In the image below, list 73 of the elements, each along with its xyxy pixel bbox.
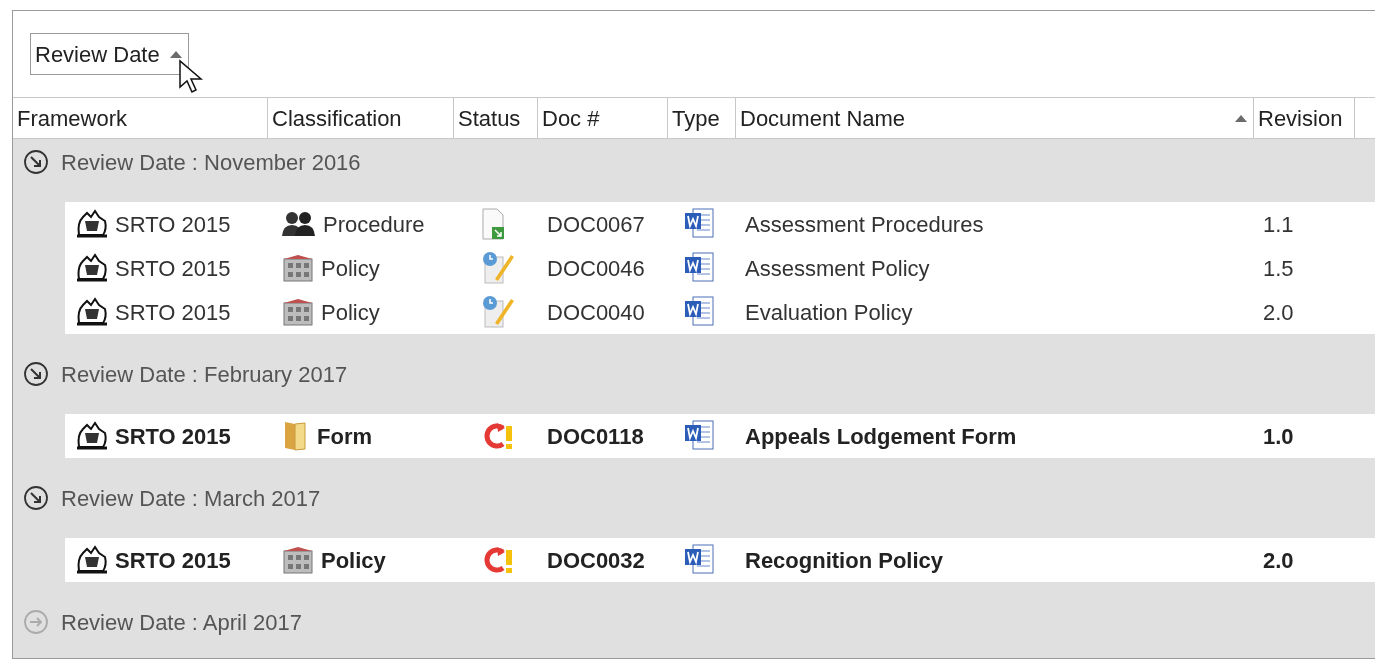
word-document-icon	[683, 207, 717, 241]
table-cell: 2.0	[1263, 299, 1294, 325]
table-row[interactable]: SRTO 2015 Policy DOC0046 Assessment Policy 1.5	[65, 246, 1375, 290]
table-cell-text: Form	[317, 422, 372, 451]
column-title: Doc #	[542, 104, 600, 133]
table-row[interactable]: SRTO 2015 Policy DOC0040 Evaluation Policy 2.0	[65, 290, 1375, 334]
crest-icon	[75, 209, 109, 239]
group-title: Review Date : March 2017	[61, 484, 321, 513]
column-title: Framework	[17, 104, 127, 133]
table-cell: Recognition Policy	[745, 547, 944, 573]
table-cell-text: SRTO 2015	[115, 210, 231, 239]
table-cell-text: SRTO 2015	[115, 254, 231, 283]
clock-pencil-icon	[481, 295, 515, 329]
word-document-icon	[683, 295, 717, 329]
table-cell-text: Policy	[321, 546, 386, 575]
collapse-icon[interactable]	[23, 485, 49, 511]
group-row[interactable]: Review Date : April 2017	[13, 599, 1375, 645]
table-cell: Assessment Procedures	[745, 211, 984, 237]
column-title: Status	[458, 104, 521, 133]
building-icon	[281, 545, 315, 575]
column-header[interactable]: Type	[668, 98, 736, 138]
table-cell-text: SRTO 2015	[115, 422, 231, 451]
table-cell: DOC0040	[547, 299, 645, 325]
table-row[interactable]: SRTO 2015 Policy DOC0032 Recognition Policy 2.0	[65, 538, 1375, 582]
table-cell: DOC0067	[547, 211, 645, 237]
table-cell-text: Policy	[321, 298, 380, 327]
table-cell: 1.1	[1263, 211, 1294, 237]
column-title: Document Name	[740, 104, 906, 133]
table-cell-text: SRTO 2015	[115, 546, 231, 575]
table-cell: DOC0118	[547, 423, 644, 449]
clock-pencil-icon	[481, 251, 515, 285]
column-title: Revision	[1258, 104, 1343, 133]
table-cell: DOC0046	[547, 255, 645, 281]
people-icon	[281, 211, 317, 237]
column-header[interactable]: Status	[454, 98, 538, 138]
group-row[interactable]: Review Date : February 2017	[13, 351, 1375, 397]
table-cell: Evaluation Policy	[745, 299, 913, 325]
building-icon	[281, 297, 315, 327]
building-icon	[281, 253, 315, 283]
table-cell-text: SRTO 2015	[115, 298, 231, 327]
group-title: Review Date : November 2016	[61, 148, 361, 177]
table-cell-text: Policy	[321, 254, 380, 283]
word-document-icon	[683, 419, 717, 453]
table-row[interactable]: SRTO 2015 Procedure DOC0067 Assessment Procedures 1.1	[65, 202, 1375, 246]
column-header[interactable]: Document Name	[736, 98, 1254, 138]
table-cell: 2.0	[1263, 547, 1294, 573]
crest-icon	[75, 253, 109, 283]
crest-icon	[75, 297, 109, 327]
group-title: Review Date : February 2017	[61, 360, 348, 389]
word-document-icon	[683, 251, 717, 285]
table-cell: Appeals Lodgement Form	[745, 423, 1017, 449]
column-header[interactable]: Doc #	[538, 98, 668, 138]
column-header[interactable]: Revision	[1254, 98, 1355, 138]
table-row[interactable]: SRTO 2015 Form DOC0118 Appeals Lodgement Form 1.0	[65, 414, 1375, 458]
table-cell: 1.0	[1263, 423, 1294, 449]
table-cell: 1.5	[1263, 255, 1294, 281]
crest-icon	[75, 421, 109, 451]
collapse-icon[interactable]	[23, 361, 49, 387]
document-icon	[481, 208, 507, 240]
column-title: Classification	[272, 104, 402, 133]
table-cell: DOC0032	[547, 547, 645, 573]
column-title: Type	[672, 104, 720, 133]
crest-icon	[75, 545, 109, 575]
table-cell: Assessment Policy	[745, 255, 930, 281]
table-cell-text: Procedure	[323, 210, 425, 239]
word-document-icon	[683, 543, 717, 577]
collapse-icon[interactable]	[23, 149, 49, 175]
column-header[interactable]: Framework	[13, 98, 268, 138]
group-title: Review Date : April 2017	[61, 608, 302, 637]
group-row[interactable]: Review Date : March 2017	[13, 475, 1375, 521]
group-row[interactable]: Review Date : November 2016	[13, 139, 1375, 185]
column-header[interactable]: Classification	[268, 98, 454, 138]
group-by-chip[interactable]: Review Date	[30, 33, 189, 75]
